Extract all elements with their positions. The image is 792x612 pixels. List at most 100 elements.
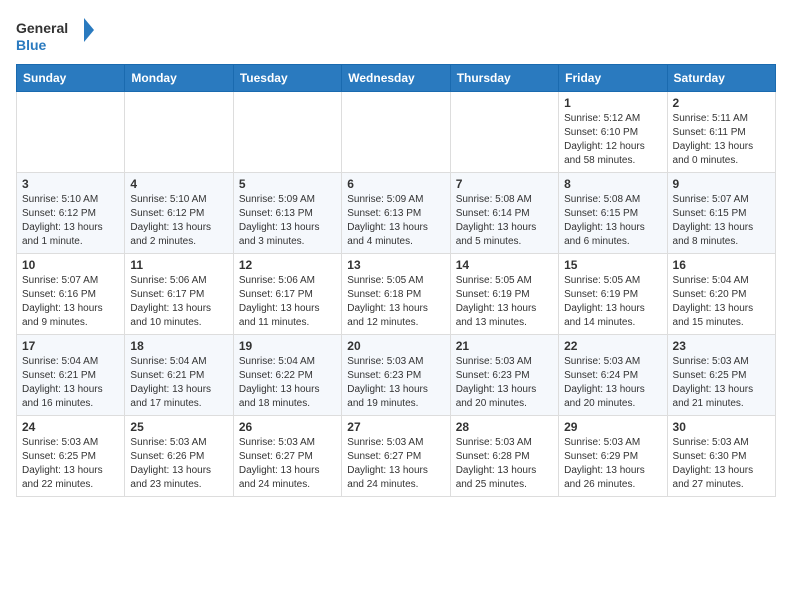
day-number: 7 — [456, 177, 553, 191]
day-info: Sunrise: 5:03 AM Sunset: 6:24 PM Dayligh… — [564, 355, 661, 411]
calendar-cell: 16 Sunrise: 5:04 AM Sunset: 6:20 PM Dayli… — [667, 254, 775, 335]
calendar-cell: 10 Sunrise: 5:07 AM Sunset: 6:16 PM Dayli… — [17, 254, 125, 335]
calendar-cell: 27Sunrise: 5:03 AM Sunset: 6:27 PM Dayli… — [342, 416, 450, 497]
calendar-cell: 22 Sunrise: 5:03 AM Sunset: 6:24 PM Dayli… — [559, 335, 667, 416]
week-row-1: 1Sunrise: 5:12 AM Sunset: 6:10 PM Daylig… — [17, 92, 776, 173]
calendar-cell: 8 Sunrise: 5:08 AM Sunset: 6:15 PM Daylig… — [559, 173, 667, 254]
calendar-cell — [125, 92, 233, 173]
calendar-cell: 25 Sunrise: 5:03 AM Sunset: 6:26 PM Dayli… — [125, 416, 233, 497]
day-number: 28 — [456, 420, 553, 434]
weekday-header-tuesday: Tuesday — [233, 65, 341, 92]
day-number: 20 — [347, 339, 444, 353]
calendar-cell: 5Sunrise: 5:09 AM Sunset: 6:13 PM Daylig… — [233, 173, 341, 254]
day-info: Sunrise: 5:06 AM Sunset: 6:17 PM Dayligh… — [130, 274, 227, 330]
weekday-header-wednesday: Wednesday — [342, 65, 450, 92]
calendar-cell — [342, 92, 450, 173]
day-number: 25 — [130, 420, 227, 434]
day-info: Sunrise: 5:04 AM Sunset: 6:22 PM Dayligh… — [239, 355, 336, 411]
weekday-header-thursday: Thursday — [450, 65, 558, 92]
calendar-cell: 9Sunrise: 5:07 AM Sunset: 6:15 PM Daylig… — [667, 173, 775, 254]
calendar-cell: 30 Sunrise: 5:03 AM Sunset: 6:30 PM Dayli… — [667, 416, 775, 497]
day-number: 13 — [347, 258, 444, 272]
calendar-cell: 13Sunrise: 5:05 AM Sunset: 6:18 PM Dayli… — [342, 254, 450, 335]
calendar-cell: 18 Sunrise: 5:04 AM Sunset: 6:21 PM Dayli… — [125, 335, 233, 416]
page-header: General Blue — [16, 16, 776, 56]
day-info: Sunrise: 5:09 AM Sunset: 6:13 PM Dayligh… — [239, 193, 336, 249]
day-number: 10 — [22, 258, 119, 272]
calendar-cell: 11 Sunrise: 5:06 AM Sunset: 6:17 PM Dayli… — [125, 254, 233, 335]
day-number: 22 — [564, 339, 661, 353]
day-number: 6 — [347, 177, 444, 191]
day-info: Sunrise: 5:03 AM Sunset: 6:26 PM Dayligh… — [130, 436, 227, 492]
calendar-cell: 4 Sunrise: 5:10 AM Sunset: 6:12 PM Daylig… — [125, 173, 233, 254]
day-number: 18 — [130, 339, 227, 353]
day-info: Sunrise: 5:10 AM Sunset: 6:12 PM Dayligh… — [130, 193, 227, 249]
day-info: Sunrise: 5:03 AM Sunset: 6:23 PM Dayligh… — [347, 355, 444, 411]
day-number: 16 — [673, 258, 770, 272]
day-number: 30 — [673, 420, 770, 434]
day-number: 9 — [673, 177, 770, 191]
day-number: 3 — [22, 177, 119, 191]
day-info: Sunrise: 5:08 AM Sunset: 6:15 PM Dayligh… — [564, 193, 661, 249]
calendar-cell: 12 Sunrise: 5:06 AM Sunset: 6:17 PM Dayli… — [233, 254, 341, 335]
calendar-cell: 23 Sunrise: 5:03 AM Sunset: 6:25 PM Dayli… — [667, 335, 775, 416]
day-number: 15 — [564, 258, 661, 272]
svg-text:General: General — [16, 20, 68, 36]
day-number: 26 — [239, 420, 336, 434]
day-info: Sunrise: 5:08 AM Sunset: 6:14 PM Dayligh… — [456, 193, 553, 249]
day-number: 12 — [239, 258, 336, 272]
calendar-cell — [17, 92, 125, 173]
day-info: Sunrise: 5:04 AM Sunset: 6:20 PM Dayligh… — [673, 274, 770, 330]
day-number: 21 — [456, 339, 553, 353]
day-info: Sunrise: 5:11 AM Sunset: 6:11 PM Dayligh… — [673, 112, 770, 168]
calendar-cell: 6 Sunrise: 5:09 AM Sunset: 6:13 PM Daylig… — [342, 173, 450, 254]
day-number: 2 — [673, 96, 770, 110]
weekday-header-row: SundayMondayTuesdayWednesdayThursdayFrid… — [17, 65, 776, 92]
calendar-cell: 15 Sunrise: 5:05 AM Sunset: 6:19 PM Dayli… — [559, 254, 667, 335]
day-number: 29 — [564, 420, 661, 434]
day-info: Sunrise: 5:03 AM Sunset: 6:30 PM Dayligh… — [673, 436, 770, 492]
day-number: 11 — [130, 258, 227, 272]
calendar-table: SundayMondayTuesdayWednesdayThursdayFrid… — [16, 64, 776, 497]
weekday-header-monday: Monday — [125, 65, 233, 92]
svg-text:Blue: Blue — [16, 37, 47, 53]
day-info: Sunrise: 5:04 AM Sunset: 6:21 PM Dayligh… — [130, 355, 227, 411]
calendar-cell — [233, 92, 341, 173]
logo: General Blue — [16, 16, 96, 56]
day-info: Sunrise: 5:06 AM Sunset: 6:17 PM Dayligh… — [239, 274, 336, 330]
calendar-cell: 7 Sunrise: 5:08 AM Sunset: 6:14 PM Daylig… — [450, 173, 558, 254]
calendar-cell: 28 Sunrise: 5:03 AM Sunset: 6:28 PM Dayli… — [450, 416, 558, 497]
calendar-cell: 3 Sunrise: 5:10 AM Sunset: 6:12 PM Daylig… — [17, 173, 125, 254]
calendar-cell: 19 Sunrise: 5:04 AM Sunset: 6:22 PM Dayli… — [233, 335, 341, 416]
calendar-cell: 29 Sunrise: 5:03 AM Sunset: 6:29 PM Dayli… — [559, 416, 667, 497]
day-info: Sunrise: 5:03 AM Sunset: 6:27 PM Dayligh… — [239, 436, 336, 492]
day-info: Sunrise: 5:12 AM Sunset: 6:10 PM Dayligh… — [564, 112, 661, 168]
calendar-cell: 14Sunrise: 5:05 AM Sunset: 6:19 PM Dayli… — [450, 254, 558, 335]
day-number: 19 — [239, 339, 336, 353]
week-row-2: 3 Sunrise: 5:10 AM Sunset: 6:12 PM Daylig… — [17, 173, 776, 254]
day-info: Sunrise: 5:09 AM Sunset: 6:13 PM Dayligh… — [347, 193, 444, 249]
day-info: Sunrise: 5:05 AM Sunset: 6:19 PM Dayligh… — [564, 274, 661, 330]
day-info: Sunrise: 5:03 AM Sunset: 6:25 PM Dayligh… — [22, 436, 119, 492]
day-number: 8 — [564, 177, 661, 191]
day-number: 23 — [673, 339, 770, 353]
weekday-header-sunday: Sunday — [17, 65, 125, 92]
calendar-cell: 20 Sunrise: 5:03 AM Sunset: 6:23 PM Dayli… — [342, 335, 450, 416]
day-info: Sunrise: 5:03 AM Sunset: 6:23 PM Dayligh… — [456, 355, 553, 411]
day-info: Sunrise: 5:05 AM Sunset: 6:19 PM Dayligh… — [456, 274, 553, 330]
day-info: Sunrise: 5:04 AM Sunset: 6:21 PM Dayligh… — [22, 355, 119, 411]
logo-svg: General Blue — [16, 16, 96, 56]
calendar-cell — [450, 92, 558, 173]
day-number: 17 — [22, 339, 119, 353]
calendar-cell: 21 Sunrise: 5:03 AM Sunset: 6:23 PM Dayli… — [450, 335, 558, 416]
day-info: Sunrise: 5:03 AM Sunset: 6:25 PM Dayligh… — [673, 355, 770, 411]
day-number: 4 — [130, 177, 227, 191]
week-row-3: 10 Sunrise: 5:07 AM Sunset: 6:16 PM Dayli… — [17, 254, 776, 335]
day-info: Sunrise: 5:03 AM Sunset: 6:27 PM Dayligh… — [347, 436, 444, 492]
day-info: Sunrise: 5:03 AM Sunset: 6:28 PM Dayligh… — [456, 436, 553, 492]
calendar-cell: 17 Sunrise: 5:04 AM Sunset: 6:21 PM Dayli… — [17, 335, 125, 416]
weekday-header-saturday: Saturday — [667, 65, 775, 92]
day-info: Sunrise: 5:10 AM Sunset: 6:12 PM Dayligh… — [22, 193, 119, 249]
day-info: Sunrise: 5:07 AM Sunset: 6:16 PM Dayligh… — [22, 274, 119, 330]
day-info: Sunrise: 5:03 AM Sunset: 6:29 PM Dayligh… — [564, 436, 661, 492]
